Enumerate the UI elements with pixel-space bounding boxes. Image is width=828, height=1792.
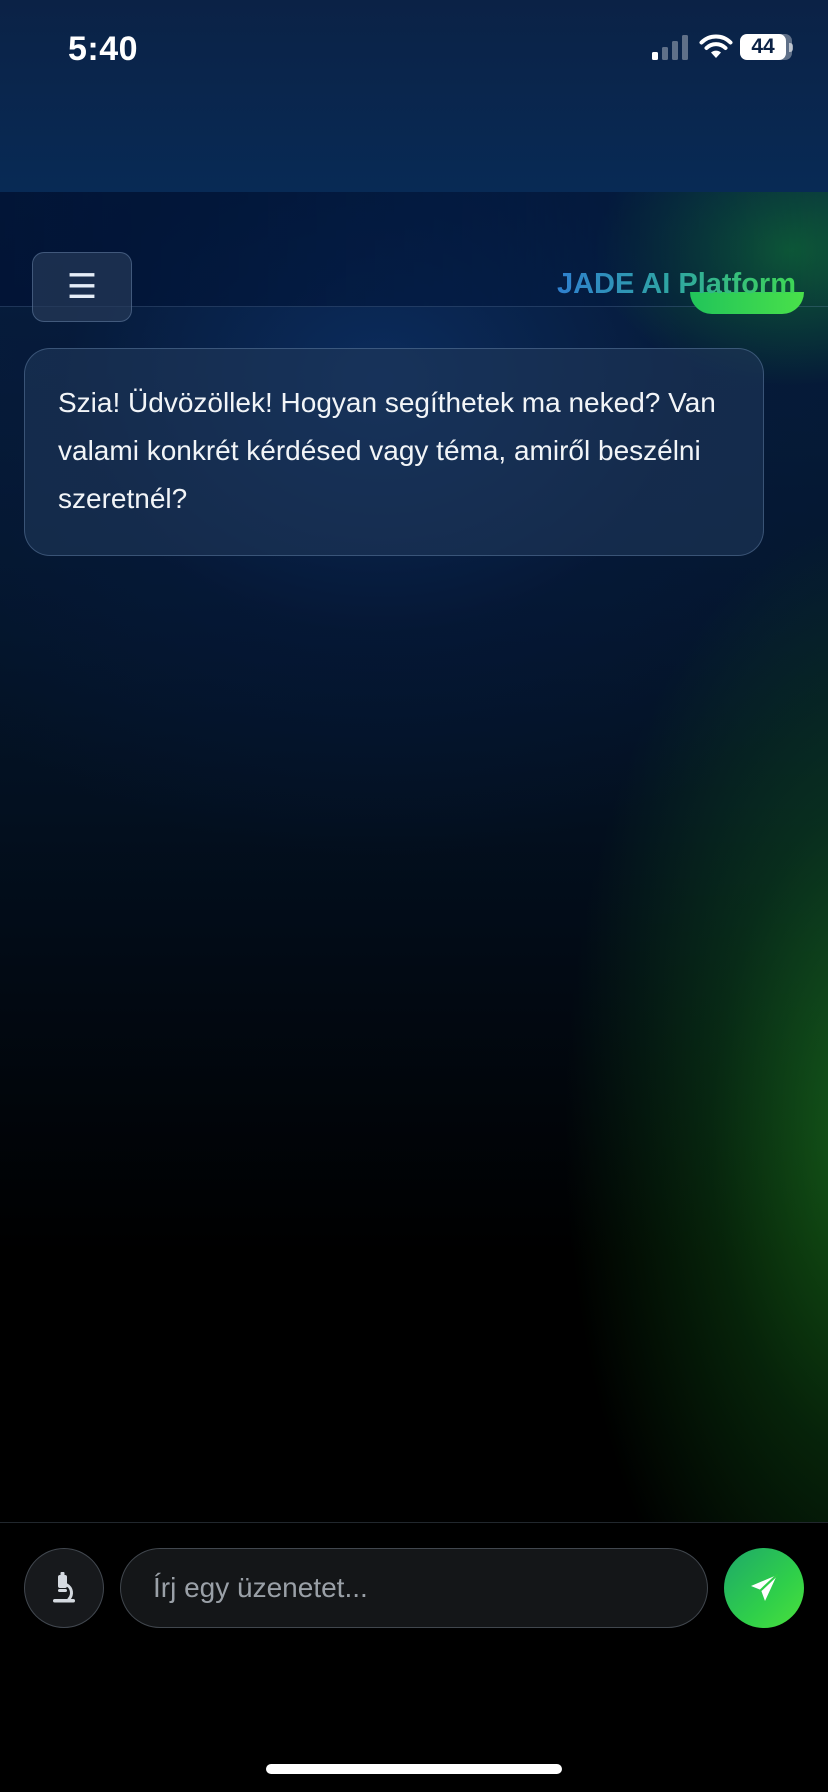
- assistant-message-bubble: Szia! Üdvözöllek! Hogyan segíthetek ma n…: [24, 348, 764, 556]
- status-time: 5:40: [68, 30, 139, 68]
- home-indicator[interactable]: [266, 1764, 562, 1774]
- battery-icon: 44: [740, 34, 793, 62]
- microscope-icon: [53, 1572, 75, 1603]
- microscope-button[interactable]: [24, 1548, 104, 1628]
- send-plane-icon: [751, 1573, 779, 1601]
- battery-level: 44: [751, 35, 775, 58]
- status-bar: 5:40 44: [0, 0, 828, 100]
- assistant-message-text: Szia! Üdvözöllek! Hogyan segíthetek ma n…: [58, 387, 716, 514]
- send-button[interactable]: [724, 1548, 804, 1628]
- hamburger-menu-icon: ☰: [66, 268, 98, 306]
- menu-button[interactable]: ☰: [32, 252, 132, 322]
- wifi-icon: [699, 34, 733, 58]
- cellular-signal-icon: [652, 35, 688, 60]
- message-input[interactable]: [120, 1548, 708, 1628]
- battery-tip: [789, 43, 793, 52]
- page-title: JADE AI Platform: [556, 268, 796, 300]
